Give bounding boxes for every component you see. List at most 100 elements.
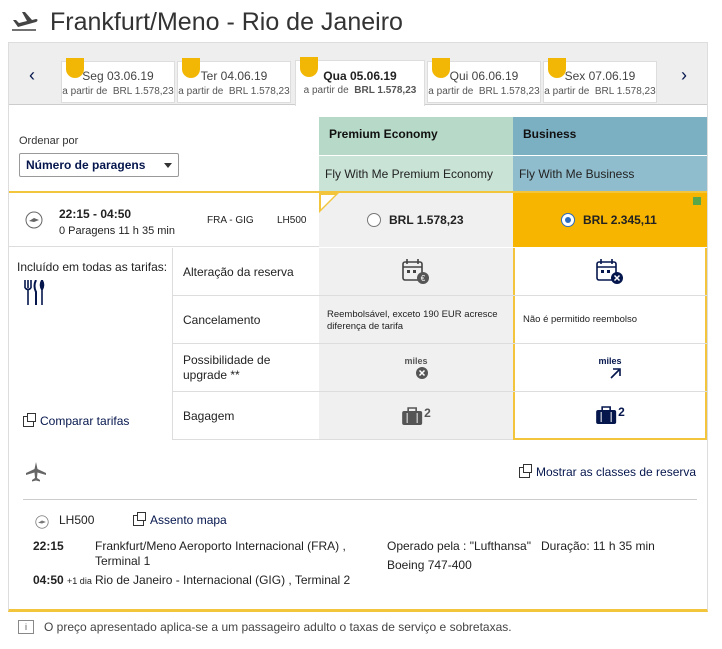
cabin-name: Premium Economy bbox=[319, 117, 513, 155]
date-tab-2-active[interactable]: Qua 05.06.19 a partir de BRL 1.578,23 bbox=[295, 57, 425, 106]
fare-premium-economy[interactable]: BRL 1.578,23 bbox=[319, 193, 513, 247]
external-link-icon bbox=[23, 412, 36, 427]
lufthansa-logo-icon bbox=[25, 211, 43, 229]
date-price: a partir de BRL 1.578,23 bbox=[428, 86, 540, 97]
next-dates-button[interactable]: › bbox=[681, 65, 687, 86]
included-section: Incluído em todas as tarifas: Comparar t… bbox=[9, 248, 173, 440]
flight-route: FRA - GIG bbox=[207, 215, 254, 226]
fare-radio-premium[interactable] bbox=[367, 213, 381, 227]
date-price: a partir de BRL 1.578,23 bbox=[178, 86, 290, 97]
sort-label: Ordenar por bbox=[19, 135, 79, 147]
fare-price: BRL 1.578,23 bbox=[389, 213, 464, 227]
miles-label: miles bbox=[404, 355, 428, 366]
suitcase-icon bbox=[596, 406, 617, 424]
fare-corner-marker bbox=[319, 193, 339, 213]
feature-business-cell: 2 bbox=[513, 392, 707, 440]
feature-row-baggage: Bagagem 2 2 bbox=[173, 392, 707, 440]
flight-number: LH500 bbox=[277, 215, 307, 226]
divider bbox=[23, 499, 697, 500]
plane-departure-icon bbox=[12, 12, 38, 31]
compare-fares-label: Comparar tarifas bbox=[40, 414, 130, 428]
date-label: Ter 04.06.19 bbox=[200, 69, 268, 83]
caret-down-icon bbox=[164, 163, 172, 168]
date-label: Seg 03.06.19 bbox=[82, 69, 154, 83]
info-icon: i bbox=[18, 620, 34, 634]
miles-upgrade-unavailable: miles bbox=[402, 356, 430, 380]
aircraft-type: Boeing 747-400 bbox=[387, 558, 472, 572]
baggage-business: 2 bbox=[595, 405, 625, 425]
flight-duration: Duração: 11 h 35 min bbox=[541, 539, 655, 553]
fare-business-selected[interactable]: BRL 2.345,11 bbox=[513, 193, 707, 247]
feature-premium-cell: € bbox=[319, 248, 513, 295]
fare-price: BRL 2.345,11 bbox=[583, 213, 657, 227]
price-disclaimer: i O preço apresentado aplica-se a um pas… bbox=[18, 620, 512, 634]
lufthansa-logo-icon bbox=[35, 515, 49, 529]
fare-radio-business[interactable] bbox=[561, 213, 575, 227]
sort-value: Número de paragens bbox=[26, 158, 146, 172]
show-classes-label: Mostrar as classes de reserva bbox=[536, 465, 697, 479]
cabin-premium-economy: Premium Economy Fly With Me Premium Econ… bbox=[319, 117, 513, 191]
flight-results-panel: ‹ Seg 03.06.19 a partir de BRL 1.578,23 … bbox=[8, 42, 708, 612]
prev-dates-button[interactable]: ‹ bbox=[29, 65, 35, 86]
feature-business-cell: miles bbox=[513, 344, 707, 391]
feature-row-change: Alteração da reserva € bbox=[173, 248, 707, 296]
feature-row-upgrade: Possibilidade de upgrade ** miles miles bbox=[173, 344, 707, 392]
baggage-count: 2 bbox=[618, 405, 625, 419]
next-day-badge: +1 dia bbox=[67, 576, 92, 586]
miles-label: miles bbox=[598, 355, 622, 366]
plane-icon bbox=[26, 462, 46, 482]
date-label: Sex 07.06.19 bbox=[564, 69, 636, 83]
operated-by: Operado pela : "Lufthansa" bbox=[387, 539, 531, 553]
svg-text:€: € bbox=[421, 274, 426, 283]
date-selector: ‹ Seg 03.06.19 a partir de BRL 1.578,23 … bbox=[9, 43, 707, 106]
baggage-premium: 2 bbox=[401, 406, 431, 426]
date-price: a partir de BRL 1.578,23 bbox=[544, 86, 656, 97]
date-tab-3[interactable]: Qui 06.06.19 a partir de BRL 1.578,23 bbox=[427, 58, 541, 103]
included-title: Incluído em todas as tarifas: bbox=[17, 260, 168, 274]
miles-upgrade-available: miles bbox=[596, 356, 624, 380]
suitcase-icon bbox=[402, 406, 423, 425]
cabin-fare-name: Fly With Me Business bbox=[513, 155, 707, 191]
date-tab-4[interactable]: Sex 07.06.19 a partir de BRL 1.578,23 bbox=[543, 58, 657, 103]
cancellation-business-text: Não é permitido reembolso bbox=[523, 314, 638, 325]
flight-time: 22:15 - 04:50 bbox=[59, 207, 132, 221]
cabin-name: Business bbox=[513, 117, 707, 155]
feature-business-cell: Não é permitido reembolso bbox=[513, 296, 707, 343]
external-link-icon bbox=[519, 463, 532, 478]
sort-dropdown[interactable]: Número de paragens bbox=[19, 153, 179, 177]
date-price: a partir de BRL 1.578,23 bbox=[303, 85, 417, 96]
date-tab-0[interactable]: Seg 03.06.19 a partir de BRL 1.578,23 bbox=[61, 58, 175, 103]
flight-row[interactable]: 22:15 - 04:50 0 Paragens 11 h 35 min FRA… bbox=[9, 191, 707, 247]
calendar-not-allowed-icon bbox=[596, 258, 623, 284]
feature-label: Possibilidade de upgrade ** bbox=[183, 353, 271, 382]
feature-premium-cell: 2 bbox=[319, 392, 513, 439]
cutlery-icon bbox=[24, 280, 45, 305]
compare-fares-link[interactable]: Comparar tarifas bbox=[23, 412, 130, 428]
baggage-count: 2 bbox=[424, 405, 431, 420]
feature-premium-cell: miles bbox=[319, 344, 513, 391]
date-label: Qua 05.06.19 bbox=[323, 69, 397, 83]
seat-map-link[interactable]: Assento mapa bbox=[133, 511, 227, 527]
arrow-up-right-icon bbox=[610, 367, 621, 379]
feature-label: Alteração da reserva bbox=[183, 265, 294, 279]
departure-airport: Frankfurt/Meno Aeroporto Internacional (… bbox=[95, 539, 346, 568]
page-header: Frankfurt/Meno - Rio de Janeiro bbox=[10, 4, 403, 40]
date-tab-1[interactable]: Ter 04.06.19 a partir de BRL 1.578,23 bbox=[177, 58, 291, 103]
feature-label: Cancelamento bbox=[183, 313, 261, 327]
cancellation-premium-text: Reembolsável, exceto 190 EUR acresce dif… bbox=[327, 309, 498, 332]
selected-indicator bbox=[693, 197, 701, 205]
not-available-icon bbox=[416, 366, 428, 379]
show-booking-classes-link[interactable]: Mostrar as classes de reserva bbox=[519, 463, 697, 479]
cabin-fare-name: Fly With Me Premium Economy bbox=[319, 155, 513, 191]
flight-stops: 0 Paragens 11 h 35 min bbox=[59, 225, 175, 237]
page-title: Frankfurt/Meno - Rio de Janeiro bbox=[50, 7, 403, 36]
segment-flight-number: LH500 bbox=[59, 513, 95, 527]
date-price: a partir de BRL 1.578,23 bbox=[62, 86, 174, 97]
arrival-airport: Rio de Janeiro - Internacional (GIG) , T… bbox=[95, 573, 351, 587]
date-label: Qui 06.06.19 bbox=[449, 69, 519, 83]
feature-row-cancellation: Cancelamento Reembolsável, exceto 190 EU… bbox=[173, 296, 707, 344]
seat-map-label: Assento mapa bbox=[150, 513, 227, 527]
feature-label: Bagagem bbox=[183, 409, 235, 423]
external-link-icon bbox=[133, 511, 146, 526]
cabin-business: Business Fly With Me Business bbox=[513, 117, 707, 191]
